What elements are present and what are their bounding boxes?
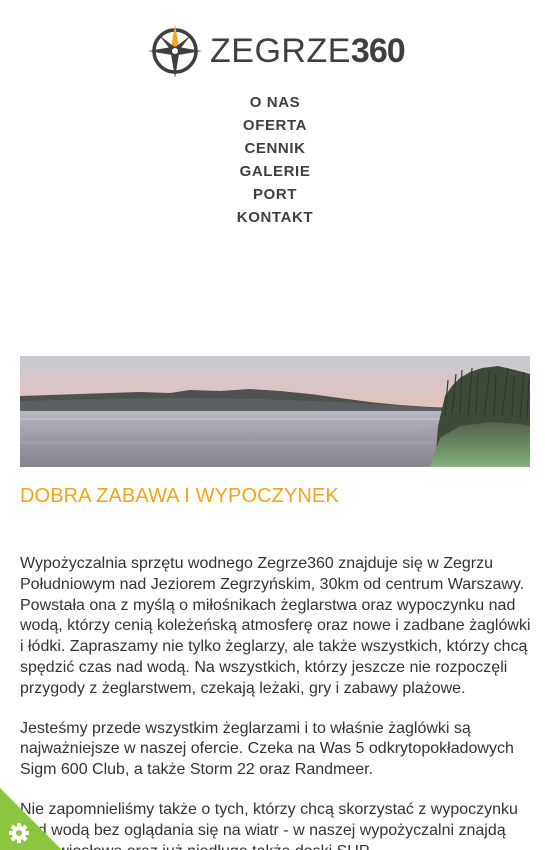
cookie-settings-button[interactable] bbox=[0, 788, 62, 850]
main-content: Wypożyczalnia sprzętu wodnego Zegrze360 … bbox=[20, 554, 535, 850]
nav-item-port[interactable]: PORT bbox=[0, 183, 550, 206]
nav-item-oferta[interactable]: OFERTA bbox=[0, 114, 550, 137]
nav-item-cennik[interactable]: CENNIK bbox=[0, 137, 550, 160]
intro-paragraph: Wypożyczalnia sprzętu wodnego Zegrze360 … bbox=[20, 555, 531, 697]
nav-item-galerie[interactable]: GALERIE bbox=[0, 160, 550, 183]
site-logo[interactable]: ZEGRZE360 bbox=[146, 22, 406, 80]
brand-name-light: ZEGRZE bbox=[210, 32, 351, 70]
sailboats-paragraph: Jesteśmy przede wszystkim żeglarzami i t… bbox=[20, 719, 514, 779]
brand-name: ZEGRZE360 bbox=[210, 31, 406, 71]
compass-rose-icon bbox=[148, 24, 202, 78]
page-heading: DOBRA ZABAWA I WYPOCZYNEK bbox=[20, 485, 339, 507]
main-nav: O NAS OFERTA CENNIK GALERIE PORT KONTAKT bbox=[0, 91, 550, 229]
page: ZEGRZE360 O NAS OFERTA CENNIK GALERIE PO… bbox=[0, 0, 550, 850]
gear-icon bbox=[9, 823, 29, 843]
lake-banner-image bbox=[20, 356, 530, 467]
rowboats-paragraph: Nie zapomnieliśmy także o tych, którzy c… bbox=[20, 800, 518, 850]
nav-item-kontakt[interactable]: KONTAKT bbox=[0, 206, 550, 229]
brand-name-bold: 360 bbox=[350, 32, 406, 70]
nav-item-o-nas[interactable]: O NAS bbox=[0, 91, 550, 114]
